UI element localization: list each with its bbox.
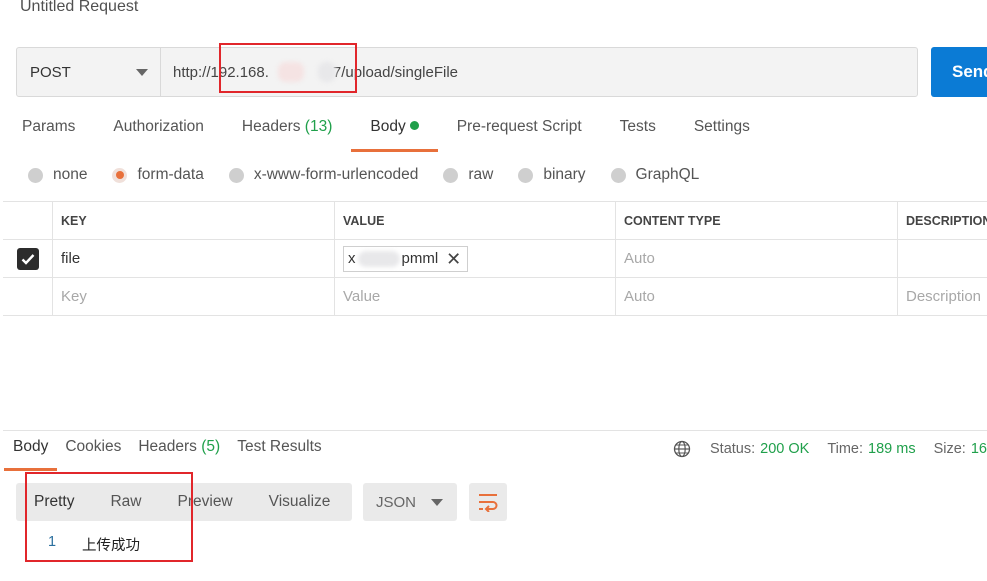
format-label: JSON xyxy=(376,493,417,511)
redaction-blur xyxy=(278,62,304,82)
file-chip[interactable]: x pmml ✕ xyxy=(343,245,469,272)
content-type-cell[interactable]: Auto xyxy=(616,240,898,277)
description-input[interactable]: Description xyxy=(898,278,987,315)
tab-body[interactable]: Body xyxy=(351,118,439,152)
value-input[interactable]: Value xyxy=(335,278,616,315)
response-tab-headers[interactable]: Headers (5) xyxy=(138,438,220,468)
response-status-area: Status: 200 OK Time: 189 ms Size: 168 xyxy=(673,440,987,458)
request-tabs: Params Authorization Headers (13) Body P… xyxy=(22,118,788,152)
key-cell[interactable]: file xyxy=(53,240,335,277)
redaction-blur xyxy=(318,62,336,82)
time-label: Time: xyxy=(827,441,864,457)
radio-binary[interactable]: binary xyxy=(518,166,586,184)
request-title: Untitled Request xyxy=(20,0,139,15)
size-value[interactable]: 168 xyxy=(971,441,987,457)
row-enabled-checkbox[interactable] xyxy=(16,247,39,270)
radio-x-www-form-urlencoded[interactable]: x-www-form-urlencoded xyxy=(228,166,418,184)
body-indicator-dot xyxy=(409,121,419,130)
url-text: http://192.168. xyxy=(173,63,269,81)
redaction-blur xyxy=(357,250,400,267)
view-mode-preview[interactable]: Preview xyxy=(160,493,251,511)
tab-settings[interactable]: Settings xyxy=(694,118,750,152)
view-mode-visualize[interactable]: Visualize xyxy=(251,493,349,511)
response-tab-cookies[interactable]: Cookies xyxy=(65,438,121,468)
url-bar: POST http://192.168. 7/upload/singleFile xyxy=(16,47,918,97)
size-label: Size: xyxy=(933,441,966,457)
method-label: POST xyxy=(30,63,71,81)
tab-tests[interactable]: Tests xyxy=(620,118,656,152)
close-icon[interactable]: ✕ xyxy=(446,250,461,268)
format-select[interactable]: JSON xyxy=(363,483,457,521)
radio-graphql[interactable]: GraphQL xyxy=(610,166,699,184)
view-mode-group: Pretty Raw Preview Visualize xyxy=(16,483,352,521)
column-header-key: KEY xyxy=(53,202,335,239)
tab-params[interactable]: Params xyxy=(22,118,75,152)
method-select[interactable]: POST xyxy=(17,48,161,96)
body-type-options: none form-data x-www-form-urlencoded raw… xyxy=(28,166,724,184)
column-header-description: DESCRIPTION xyxy=(906,213,987,228)
table-header: KEY VALUE CONTENT TYPE DESCRIPTION xyxy=(3,202,987,240)
wrap-lines-icon xyxy=(479,494,498,512)
radio-raw[interactable]: raw xyxy=(443,166,493,184)
form-data-table: KEY VALUE CONTENT TYPE DESCRIPTION file … xyxy=(3,201,987,316)
response-tab-test-results[interactable]: Test Results xyxy=(237,438,321,468)
key-input[interactable]: Key xyxy=(53,278,335,315)
table-row-new: Key Value Auto Description xyxy=(3,278,987,316)
table-row: file x pmml ✕ Auto xyxy=(3,240,987,278)
send-button[interactable]: Send xyxy=(931,47,987,97)
response-divider xyxy=(3,430,987,431)
column-header-value: VALUE xyxy=(335,202,616,239)
view-mode-raw[interactable]: Raw xyxy=(92,493,159,511)
status-label: Status: xyxy=(710,441,756,457)
value-cell[interactable]: x pmml ✕ xyxy=(335,240,616,277)
response-tabs: Body Cookies Headers (5) Test Results xyxy=(3,438,339,471)
view-mode-pretty[interactable]: Pretty xyxy=(16,493,92,511)
radio-form-data[interactable]: form-data xyxy=(112,166,204,184)
wrap-lines-button[interactable] xyxy=(469,483,507,521)
column-header-content-type: CONTENT TYPE xyxy=(616,202,898,239)
chevron-down-icon xyxy=(136,68,148,76)
line-text: 上传成功 xyxy=(82,538,140,554)
content-type-input[interactable]: Auto xyxy=(616,278,898,315)
checkmark-icon xyxy=(21,253,34,265)
description-cell[interactable] xyxy=(898,240,987,277)
chevron-down-icon xyxy=(431,498,443,506)
tab-headers[interactable]: Headers (13) xyxy=(242,118,332,152)
url-input[interactable]: http://192.168. 7/upload/singleFile xyxy=(161,48,917,96)
response-body-line: 1 上传成功 xyxy=(48,534,140,555)
response-tab-body[interactable]: Body xyxy=(3,438,58,471)
tab-authorization[interactable]: Authorization xyxy=(113,118,203,152)
radio-none[interactable]: none xyxy=(28,166,87,184)
url-text-tail: 7/upload/singleFile xyxy=(332,63,459,81)
time-value[interactable]: 189 ms xyxy=(868,441,916,457)
tab-pre-request-script[interactable]: Pre-request Script xyxy=(457,118,582,152)
line-number: 1 xyxy=(48,534,57,550)
globe-icon[interactable] xyxy=(673,440,691,458)
status-value[interactable]: 200 OK xyxy=(760,441,809,457)
